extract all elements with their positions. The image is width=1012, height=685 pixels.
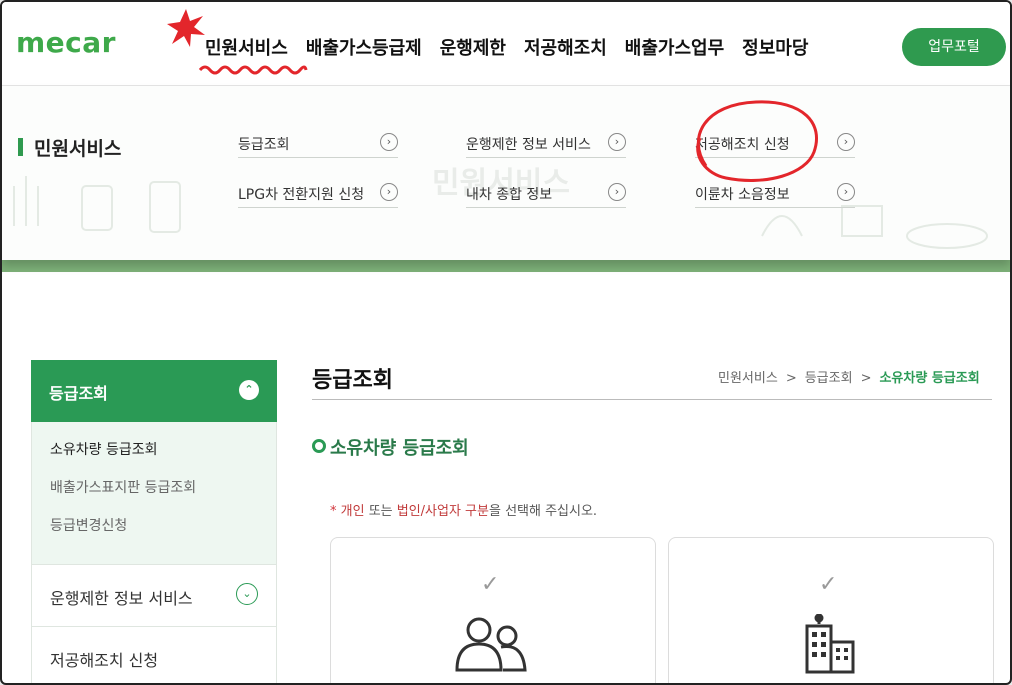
chevron-right-icon: › [608, 183, 626, 201]
nav-item-emission-grade[interactable]: 배출가스등급제 [306, 34, 422, 60]
nav-item-info[interactable]: 정보마당 [742, 34, 808, 60]
chevron-right-icon: › [380, 183, 398, 201]
menu-link-my-car-info[interactable]: 내차 종합 정보 › [466, 180, 626, 208]
notice-corporate: 법인/사업자 구분 [396, 504, 489, 519]
chevron-right-icon: › [837, 133, 855, 151]
hero-band [2, 260, 1010, 282]
sidebar-subitem-owned-vehicle[interactable]: 소유차량 등급조회 [50, 438, 276, 476]
nav-item-civil-service[interactable]: 민원서비스 [205, 34, 288, 60]
nav-item-emission-work[interactable]: 배출가스업무 [625, 34, 724, 60]
sidebar-head-grade-lookup[interactable]: 등급조회 ⌃ [31, 360, 277, 422]
corporate-option-card[interactable]: ✓ [668, 537, 994, 683]
breadcrumb-item[interactable]: 등급조회 [805, 371, 853, 386]
menu-link-grade-lookup[interactable]: 등급조회 › [238, 130, 398, 158]
sidebar-item-low-pollution-apply[interactable]: 저공해조치 신청 [31, 627, 277, 683]
nav-item-operation-restriction[interactable]: 운행제한 [440, 34, 506, 60]
mecar-logo[interactable]: mecar [16, 26, 116, 59]
red-star-annotation [167, 9, 205, 47]
sidebar-subitem-sign-grade[interactable]: 배출가스표지판 등급조회 [50, 476, 276, 514]
notice-suffix: 을 선택해 주십시오. [488, 504, 598, 519]
chevron-up-icon: ⌃ [239, 380, 259, 400]
check-icon: ✓ [481, 572, 500, 597]
mega-menu: 민원서비스 민원서비스 등급조회 › LPG차 전환지원 신청 › 운행제한 정… [2, 86, 1010, 260]
menu-link-lpg-conversion[interactable]: LPG차 전환지원 신청 › [238, 180, 398, 208]
menu-link-label: LPG차 전환지원 신청 [238, 187, 365, 203]
menu-link-low-pollution-apply[interactable]: 저공해조치 신청 › [695, 130, 855, 158]
sidebar-submenu: 소유차량 등급조회 배출가스표지판 등급조회 등급변경신청 [31, 422, 277, 565]
people-icon [455, 617, 527, 672]
menu-link-restriction-info[interactable]: 운행제한 정보 서비스 › [466, 130, 626, 158]
chevron-right-icon: › [837, 183, 855, 201]
breadcrumb: 민원서비스 > 등급조회 > 소유차량 등급조회 [718, 367, 980, 386]
page-title: 등급조회 [312, 368, 393, 393]
menu-link-motorcycle-noise[interactable]: 이륜차 소음정보 › [695, 180, 855, 208]
nav-item-low-pollution[interactable]: 저공해조치 [524, 34, 607, 60]
chevron-right-icon: › [608, 133, 626, 151]
notice-or: 또는 [364, 504, 397, 519]
mega-menu-title: 민원서비스 [18, 134, 121, 161]
building-icon [805, 614, 855, 674]
menu-link-label: 운행제한 정보 서비스 [466, 137, 591, 153]
chevron-right-icon: › [380, 133, 398, 151]
sidebar-item-restriction-info[interactable]: 운행제한 정보 서비스 ⌄ [31, 565, 277, 627]
breadcrumb-separator: > [860, 371, 872, 386]
notice-asterisk: * [330, 504, 341, 519]
title-divider [312, 399, 992, 400]
notice-individual: 개인 [340, 504, 365, 519]
breadcrumb-item[interactable]: 민원서비스 [718, 371, 778, 386]
sidebar: 등급조회 ⌃ 소유차량 등급조회 배출가스표지판 등급조회 등급변경신청 운행제… [31, 360, 277, 683]
check-icon: ✓ [819, 572, 838, 597]
menu-link-label: 등급조회 [238, 137, 290, 153]
sidebar-head-label: 등급조회 [49, 384, 108, 403]
selection-notice: * 개인 또는 법인/사업자 구분을 선택해 주십시오. [330, 500, 597, 519]
section-title: 소유차량 등급조회 [312, 434, 469, 460]
chevron-down-icon: ⌄ [236, 583, 258, 605]
breadcrumb-current: 소유차량 등급조회 [879, 371, 980, 386]
sidebar-item-label: 운행제한 정보 서비스 [50, 589, 193, 608]
global-header: mecar 민원서비스 배출가스등급제 운행제한 저공해조치 배출가스업무 정보… [2, 2, 1010, 86]
red-underline-annotation [198, 65, 308, 75]
menu-link-label: 저공해조치 신청 [695, 137, 790, 153]
sidebar-item-label: 저공해조치 신청 [50, 651, 159, 670]
work-portal-button[interactable]: 업무포털 [902, 28, 1006, 66]
sidebar-subitem-grade-change[interactable]: 등급변경신청 [50, 514, 276, 552]
menu-link-label: 내차 종합 정보 [466, 187, 553, 203]
logo-text: mecar [16, 26, 116, 59]
menu-link-label: 이륜차 소음정보 [695, 187, 790, 203]
main-nav: 민원서비스 배출가스등급제 운행제한 저공해조치 배출가스업무 정보마당 [205, 34, 808, 60]
individual-option-card[interactable]: ✓ [330, 537, 656, 683]
browser-frame: mecar 민원서비스 배출가스등급제 운행제한 저공해조치 배출가스업무 정보… [0, 0, 1012, 685]
breadcrumb-separator: > [785, 371, 797, 386]
